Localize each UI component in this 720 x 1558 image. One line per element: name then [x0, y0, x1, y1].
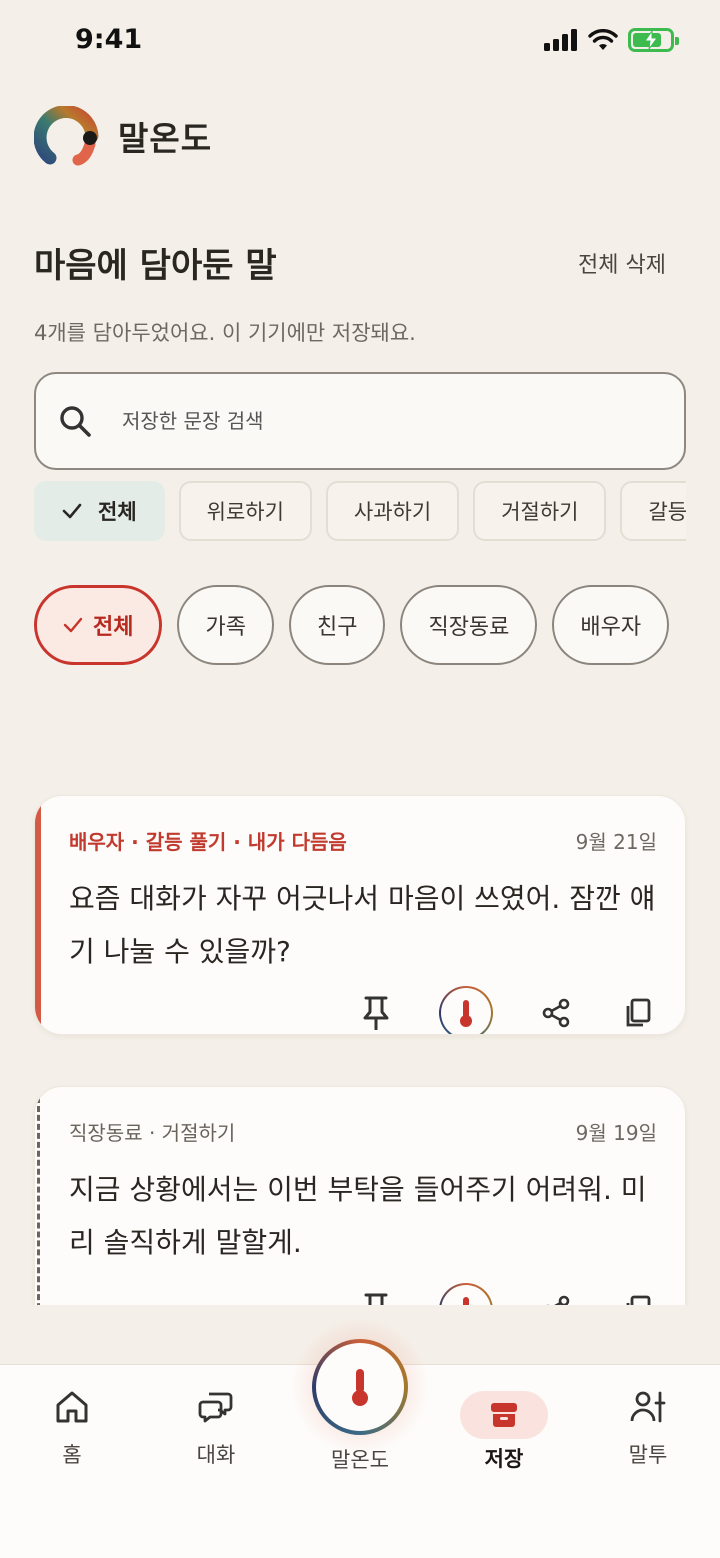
pin-button[interactable]: [357, 1291, 395, 1305]
relation-chip-spouse[interactable]: 배우자: [552, 585, 670, 665]
temperature-button[interactable]: [439, 986, 493, 1034]
nav-chat-label: 대화: [196, 1443, 236, 1467]
search-box[interactable]: [34, 372, 686, 470]
status-icons: [544, 28, 679, 52]
thermometer-icon: [352, 1369, 368, 1406]
situation-chip-label: 전체: [98, 500, 137, 524]
pin-icon: [364, 1293, 388, 1305]
situation-chip-all[interactable]: 전체: [34, 481, 165, 541]
copy-button[interactable]: [619, 994, 657, 1032]
nav-center-label: 말온도: [331, 1448, 389, 1472]
share-icon: [542, 998, 570, 1028]
relation-filter-group: 전체 가족 친구 직장동료 배우자: [34, 585, 686, 665]
chat-bubbles-icon: [198, 1392, 233, 1423]
temperature-button[interactable]: [439, 1283, 493, 1305]
pin-button[interactable]: [357, 994, 395, 1032]
situation-chip-conflict[interactable]: 갈등 풀기: [620, 481, 686, 541]
page-title: 마음에 담아둔 말: [34, 246, 277, 286]
status-time: 9:41: [75, 24, 143, 55]
relation-chip-label: 가족: [205, 615, 246, 640]
copy-icon: [626, 1295, 651, 1305]
relation-chip-friend[interactable]: 친구: [288, 585, 386, 665]
archive-box-icon: [491, 1403, 517, 1427]
situation-chip-comfort[interactable]: 위로하기: [178, 481, 312, 541]
person-settings-icon: [630, 1391, 666, 1423]
card-actions: [357, 1283, 657, 1305]
card-text: 지금 상황에서는 이번 부탁을 들어주기 어려워. 미리 솔직하게 말할게.: [69, 1173, 647, 1259]
battery-charging-icon: [628, 28, 679, 52]
check-icon: [63, 617, 83, 633]
app-brand: 말온도: [34, 106, 212, 166]
nav-chat[interactable]: 대화: [161, 1389, 271, 1469]
copy-button[interactable]: [619, 1291, 657, 1305]
saved-phrase-list[interactable]: 배우자 · 갈등 풀기 · 내가 다듬음 9월 21일 요즘 대화가 자꾸 어긋…: [0, 790, 720, 1305]
check-icon: [62, 503, 82, 519]
thermometer-icon: [460, 1000, 472, 1027]
relation-chip-label: 배우자: [580, 615, 642, 640]
nav-saved[interactable]: 저장: [449, 1391, 559, 1473]
cellular-signal-icon: [544, 29, 577, 51]
share-button[interactable]: [537, 1291, 575, 1305]
relation-chip-coworker[interactable]: 직장동료: [400, 585, 538, 665]
situation-chip-decline[interactable]: 거절하기: [473, 481, 607, 541]
copy-icon: [626, 998, 651, 1027]
search-input[interactable]: [122, 409, 642, 433]
relation-chip-label: 전체: [93, 615, 134, 640]
nav-tone-label: 말투: [628, 1443, 668, 1467]
pin-icon: [363, 996, 389, 1030]
card-meta: 배우자 · 갈등 풀기 · 내가 다듬음: [69, 830, 347, 854]
card-date: 9월 19일: [575, 1121, 657, 1145]
nav-tone[interactable]: 말투: [593, 1389, 703, 1469]
relation-chip-label: 직장동료: [428, 615, 510, 640]
situation-chip-label: 사과하기: [353, 500, 432, 524]
edited-accent-bar: [35, 796, 41, 1034]
saved-phrase-card[interactable]: 배우자 · 갈등 풀기 · 내가 다듬음 9월 21일 요즘 대화가 자꾸 어긋…: [34, 795, 686, 1035]
home-icon: [56, 1391, 88, 1423]
relation-chip-all[interactable]: 전체: [34, 585, 163, 665]
card-date: 9월 21일: [575, 830, 657, 854]
nav-home-label: 홈: [62, 1443, 82, 1467]
card-actions: [357, 986, 657, 1034]
search-icon: [60, 406, 91, 437]
page-subtitle: 4개를 담아두었어요. 이 기기에만 저장돼요.: [34, 321, 416, 345]
situation-chip-apology[interactable]: 사과하기: [325, 481, 460, 541]
status-bar: 9:41: [0, 0, 720, 84]
card-meta: 직장동료 · 거절하기: [69, 1121, 236, 1145]
nav-active-pill: [460, 1391, 548, 1439]
share-button[interactable]: [537, 994, 575, 1032]
share-icon: [546, 1295, 570, 1305]
card-text: 요즘 대화가 자꾸 어긋나서 마음이 쓰였어. 잠깐 얘기 나눌 수 있을까?: [69, 882, 656, 968]
relation-chip-label: 친구: [316, 615, 358, 640]
card-left-dash: [37, 1097, 40, 1305]
relation-chip-family[interactable]: 가족: [177, 585, 274, 665]
delete-all-button[interactable]: 전체 삭제: [578, 247, 666, 279]
thermometer-icon: [463, 1297, 469, 1305]
situation-chip-label: 위로하기: [206, 500, 284, 524]
center-temperature-button[interactable]: [312, 1339, 408, 1435]
situation-filter-row[interactable]: 전체 위로하기 사과하기 거절하기 갈등 풀기: [34, 481, 686, 543]
saved-phrase-card[interactable]: 직장동료 · 거절하기 9월 19일 지금 상황에서는 이번 부탁을 들어주기 …: [34, 1086, 686, 1305]
wifi-icon: [588, 29, 618, 50]
nav-home[interactable]: 홈: [17, 1389, 127, 1469]
app-logo-icon: [34, 106, 99, 166]
situation-chip-label: 거절하기: [501, 500, 579, 524]
situation-chip-label: 갈등 풀기: [648, 500, 686, 524]
app-name: 말온도: [118, 119, 213, 158]
nav-saved-label: 저장: [484, 1447, 524, 1471]
